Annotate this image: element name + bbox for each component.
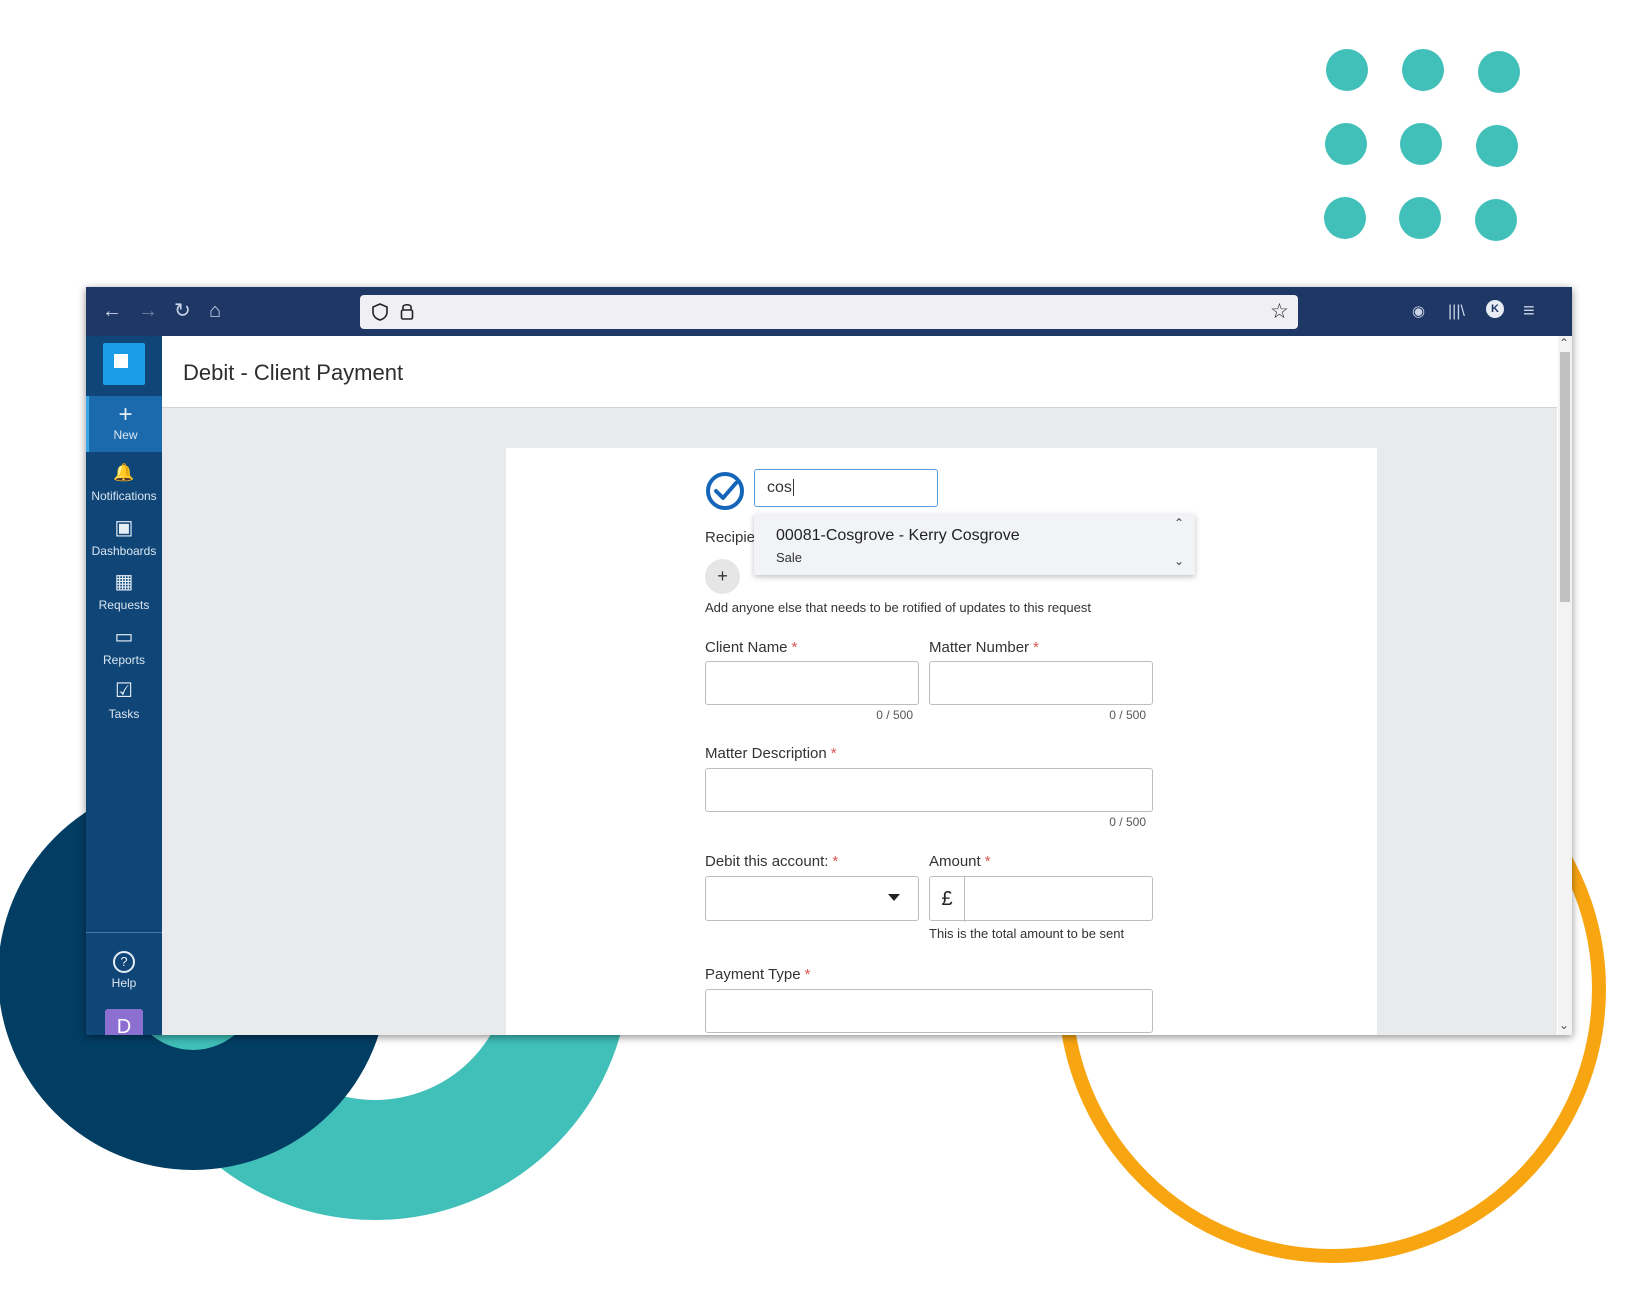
page-scrollbar[interactable]: ⌃ ⌄ [1558, 336, 1572, 1035]
address-bar[interactable]: ☆ [360, 295, 1298, 329]
search-input-value: cos [767, 479, 792, 496]
decor-dot [1402, 49, 1444, 91]
chevron-up-icon[interactable]: ⌃ [1174, 516, 1184, 530]
sidebar-divider [86, 932, 162, 933]
browser-window: ← → ↻ ⌂ ☆ ◉ |||\ K ≡ + New 🔔 Notificatio… [86, 287, 1572, 1035]
requests-icon: ▦ [114, 571, 134, 593]
payment-type-field[interactable] [705, 989, 1153, 1033]
decor-dot [1326, 49, 1368, 91]
app-logo[interactable] [103, 343, 145, 385]
matter-description-counter: 0 / 500 [1109, 815, 1146, 829]
browser-toolbar: ← → ↻ ⌂ ☆ ◉ |||\ K ≡ [86, 287, 1572, 336]
decor-dot [1399, 197, 1441, 239]
chevron-down-icon [888, 894, 900, 901]
sidebar-item-label: Notifications [91, 489, 157, 503]
amount-field[interactable]: £ [929, 876, 1153, 922]
decor-dot [1324, 197, 1366, 239]
text-caret [792, 479, 794, 497]
logo-mark [114, 354, 128, 368]
recipients-label: Recipie [705, 529, 756, 546]
client-name-counter: 0 / 500 [876, 708, 913, 722]
scrollbar-thumb[interactable] [1560, 352, 1570, 602]
sidebar-item-label: Tasks [108, 707, 140, 721]
forward-icon[interactable]: → [138, 300, 158, 322]
recipient-search-input[interactable]: cos [754, 469, 938, 507]
sidebar-item-label: New [113, 428, 138, 442]
page-title: Debit - Client Payment [183, 360, 404, 385]
matter-number-counter: 0 / 500 [1109, 708, 1146, 722]
decor-dot [1400, 123, 1442, 165]
sidebar-item-new[interactable]: + New [86, 396, 162, 452]
shield-icon[interactable] [372, 303, 388, 321]
sidebar-item-label: Reports [102, 653, 146, 667]
matter-description-field[interactable] [705, 768, 1153, 812]
debit-account-label: Debit this account: * [705, 853, 839, 870]
decor-dot [1475, 199, 1517, 241]
extension-icon[interactable]: ◉ [1412, 301, 1425, 323]
sidebar-item-label: Requests [98, 598, 150, 612]
lock-icon[interactable] [400, 302, 414, 321]
matter-description-label: Matter Description * [705, 745, 837, 762]
autocomplete-option-subtitle: Sale [776, 550, 803, 565]
sidebar-item-tasks[interactable]: ☑ Tasks [86, 680, 162, 721]
sidebar-item-dashboards[interactable]: ▣ Dashboards [86, 517, 162, 558]
sidebar-item-help[interactable]: ? Help [86, 951, 162, 990]
sidebar-item-reports[interactable]: ▭ Reports [86, 626, 162, 667]
decor-dot [1478, 51, 1520, 93]
user-avatar[interactable]: D [105, 1009, 143, 1035]
client-name-field[interactable] [705, 661, 919, 705]
sidebar-item-notifications[interactable]: 🔔 Notifications [86, 462, 162, 503]
verified-check-icon [706, 472, 744, 510]
bookmark-star-icon[interactable]: ☆ [1270, 299, 1289, 324]
client-name-label: Client Name * [705, 639, 798, 656]
decor-dot [1476, 125, 1518, 167]
add-recipient-button[interactable]: + [705, 559, 740, 594]
app-sidebar: + New 🔔 Notifications ▣ Dashboards ▦ Req… [86, 336, 162, 1035]
sidebar-item-label: Help [111, 976, 137, 990]
recipients-hint: Add anyone else that needs to be rotifie… [705, 600, 1091, 615]
profile-icon[interactable]: K [1486, 300, 1504, 318]
decor-dot [1325, 123, 1367, 165]
folder-icon: ▭ [114, 626, 134, 648]
checkbox-icon: ☑ [115, 680, 133, 702]
matter-number-label: Matter Number * [929, 639, 1039, 656]
home-icon[interactable]: ⌂ [209, 300, 221, 322]
autocomplete-option-title: 00081-Cosgrove - Kerry Cosgrove [776, 527, 1020, 544]
chevron-down-icon[interactable]: ⌄ [1174, 554, 1184, 568]
payment-type-label: Payment Type * [705, 966, 811, 983]
dashboard-icon: ▣ [114, 517, 134, 539]
sidebar-item-label: Dashboards [91, 544, 157, 558]
menu-icon[interactable]: ≡ [1523, 300, 1535, 322]
amount-label: Amount * [929, 853, 991, 870]
debit-account-select[interactable] [705, 876, 919, 921]
currency-symbol: £ [930, 877, 965, 922]
page-header: Debit - Client Payment [162, 336, 1557, 408]
sidebar-item-requests[interactable]: ▦ Requests [86, 571, 162, 612]
scroll-up-icon[interactable]: ⌃ [1559, 336, 1569, 350]
bell-icon: 🔔 [113, 463, 135, 482]
help-icon: ? [113, 951, 135, 973]
reload-icon[interactable]: ↻ [174, 300, 191, 322]
form-card: cos Recipie + Add anyone else that needs… [506, 448, 1377, 1035]
amount-hint: This is the total amount to be sent [929, 926, 1125, 941]
library-icon[interactable]: |||\ [1448, 301, 1465, 323]
autocomplete-dropdown: 00081-Cosgrove - Kerry Cosgrove Sale ⌃ ⌄ [754, 514, 1195, 575]
main-content: Debit - Client Payment cos Recipie + Add… [162, 336, 1557, 1035]
matter-number-field[interactable] [929, 661, 1153, 705]
scroll-down-icon[interactable]: ⌄ [1559, 1018, 1569, 1032]
back-icon[interactable]: ← [102, 300, 122, 322]
plus-icon: + [118, 401, 133, 428]
